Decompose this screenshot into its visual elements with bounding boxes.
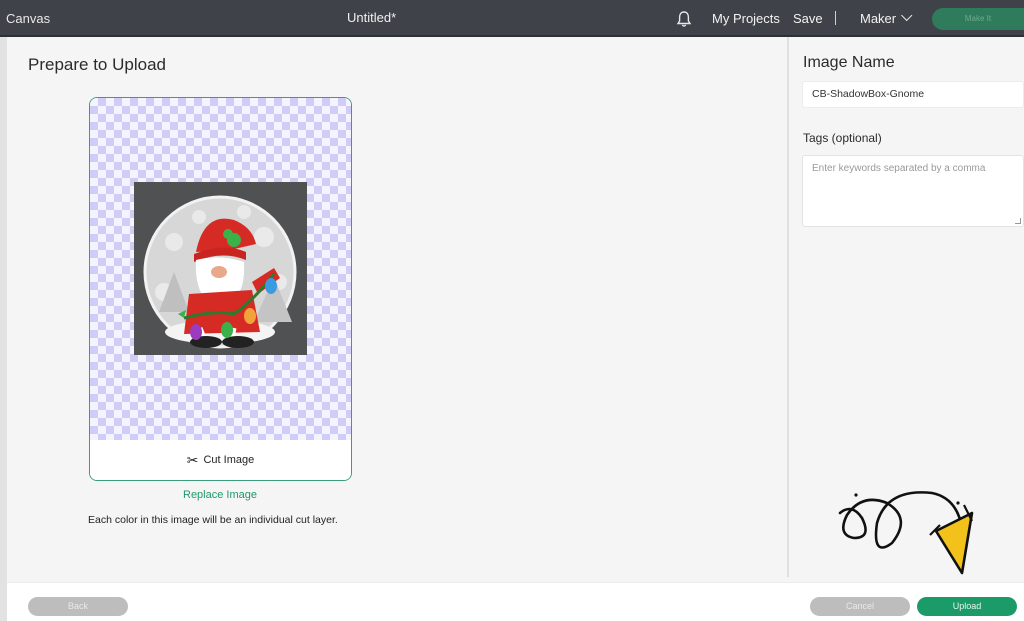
image-preview [134, 182, 307, 355]
back-button[interactable]: Back [28, 597, 128, 616]
machine-selector[interactable]: Maker [860, 9, 913, 26]
scissors-icon: ✂ [186, 451, 199, 468]
upload-button[interactable]: Upload [917, 597, 1017, 616]
gnome-image [134, 182, 307, 355]
left-edge-panel [0, 37, 7, 621]
replace-image-link[interactable]: Replace Image [183, 489, 257, 501]
image-name-input[interactable]: CB-ShadowBox-Gnome [802, 81, 1024, 108]
image-name-heading: Image Name [803, 54, 895, 71]
document-title[interactable]: Untitled* [347, 10, 396, 25]
bell-icon[interactable] [676, 10, 692, 28]
machine-label: Maker [860, 11, 897, 26]
cut-image-label: Cut Image [203, 454, 255, 466]
cancel-button[interactable]: Cancel [810, 597, 910, 616]
cut-image-option[interactable]: ✂ Cut Image [90, 440, 351, 480]
save-button[interactable]: Save [793, 11, 823, 26]
app-name[interactable]: Canvas [6, 11, 50, 26]
page-title: Prepare to Upload [28, 55, 166, 74]
chevron-down-icon [901, 9, 913, 22]
decorative-doodle-icon [832, 483, 982, 583]
tags-placeholder: Enter keywords separated by a comma [812, 163, 986, 174]
separator [835, 11, 836, 25]
tags-textarea[interactable]: Enter keywords separated by a comma [802, 155, 1024, 227]
cut-layer-info: Each color in this image will be an indi… [88, 514, 338, 526]
make-it-button[interactable]: Make It [932, 8, 1024, 30]
my-projects-link[interactable]: My Projects [712, 11, 780, 26]
resize-handle-icon[interactable] [1015, 218, 1021, 224]
tags-label: Tags (optional) [803, 131, 882, 145]
image-preview-card: ✂ Cut Image [89, 97, 352, 481]
top-bar: Canvas Untitled* My Projects Save Maker … [0, 0, 1024, 37]
